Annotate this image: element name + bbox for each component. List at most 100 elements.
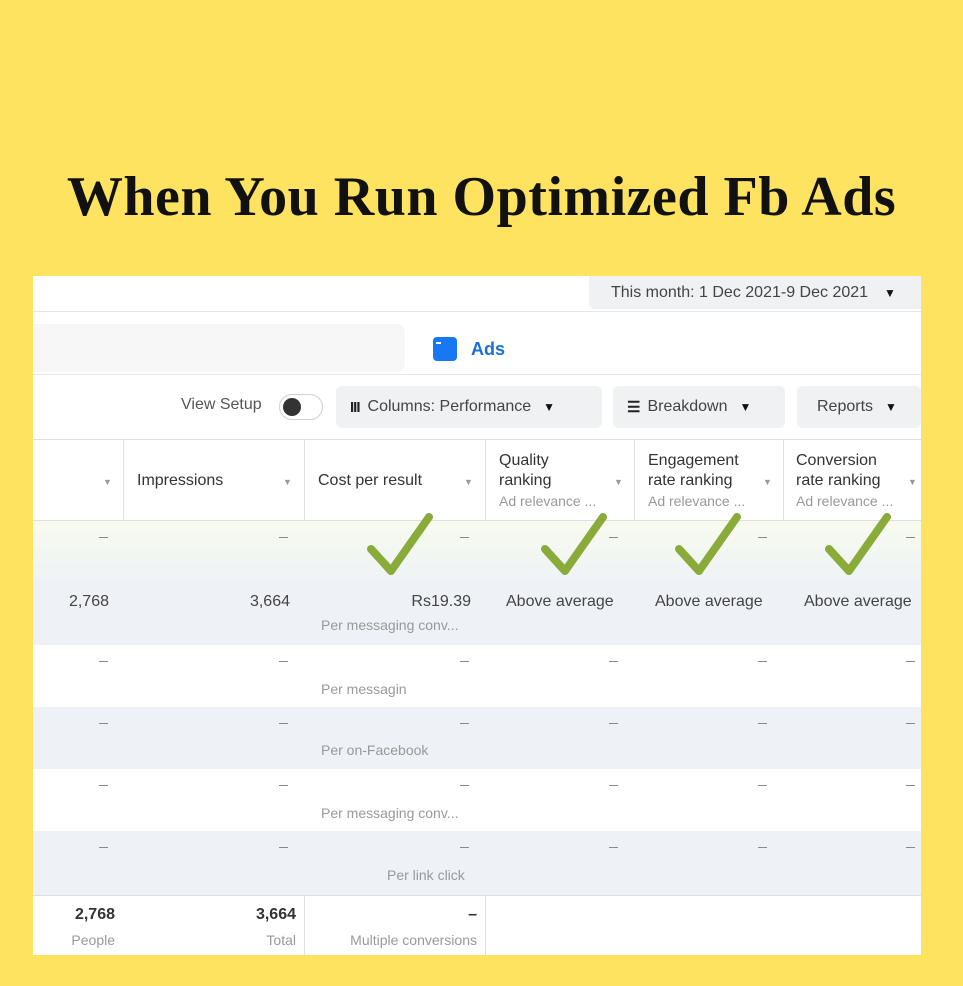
cost-subtext: Per messaging conv... [321,805,459,821]
sort-icon[interactable]: ▼ [103,477,112,487]
totals-row: 2,768 People 3,664 Total – Multiple conv… [33,896,921,955]
chevron-down-icon: ▼ [885,400,897,414]
column-header-label: rate ranking [648,472,733,489]
column-header-sub: Ad relevance ... [499,493,597,509]
empty-dash [906,537,915,538]
cost-subtext: Per on-Facebook [321,742,429,758]
left-panel [33,324,405,372]
tab-ads[interactable]: Ads [433,334,505,364]
empty-dash [460,847,469,848]
chevron-down-icon: ▼ [739,400,752,414]
column-header-label: Engagement [648,452,739,469]
checkmark-icon [541,513,607,575]
engagement-ranking-value: Above average [655,593,763,610]
columns-button[interactable]: III Columns: Performance ▼ [336,386,602,428]
empty-dash [99,847,108,848]
empty-dash [758,537,767,538]
table-row[interactable]: Per on-Facebook [33,707,921,769]
empty-dash [279,537,288,538]
breakdown-label: Breakdown [647,398,728,415]
table-row[interactable]: Per link click [33,831,921,895]
tab-ads-label: Ads [471,338,506,359]
column-header-sub: Ad relevance ... [796,493,894,509]
empty-dash [906,785,915,786]
sort-icon: ▼ [763,477,772,487]
conversion-ranking-value: Above average [804,593,912,610]
reach-value: 2,768 [68,593,109,610]
column-header-sub: Ad relevance ... [648,493,746,509]
empty-dash [609,847,618,848]
checkmark-icon [675,513,741,575]
column-header-impressions[interactable]: Impressions ▼ [124,440,304,520]
empty-dash [460,723,469,724]
sort-icon: ▼ [614,477,623,487]
divider [33,374,921,375]
total-cost: – [468,906,477,923]
ads-icon [433,337,457,361]
date-range-picker[interactable]: This month: 1 Dec 2021-9 Dec 2021 ▼ [589,276,921,309]
empty-dash [906,723,915,724]
chevron-down-icon: ▼ [884,285,896,300]
empty-dash [99,537,108,538]
empty-dash [99,661,108,662]
columns-icon: III [350,398,360,416]
column-header-label: ranking [499,472,552,489]
empty-dash [99,785,108,786]
cost-subtext: Per messagin [321,681,407,697]
empty-dash [758,723,767,724]
column-header-label: Quality [499,452,549,469]
empty-dash [460,661,469,662]
column-header-quality-ranking[interactable]: Quality ranking Ad relevance ... ▼ [486,440,634,520]
cost-value: Rs19.39 [411,593,471,610]
table-row[interactable]: 2,768 3,664 Rs19.39 Per messaging conv..… [33,513,921,645]
breakdown-icon: ☰ [627,399,640,416]
total-cost-label: Multiple conversions [350,932,477,948]
total-reach: 2,768 [74,906,115,923]
empty-dash [279,785,288,786]
checkmark-icon [825,513,891,575]
impressions-value: 3,664 [249,593,290,610]
total-impressions: 3,664 [255,906,296,923]
sort-icon: ▼ [908,477,917,487]
empty-dash [99,723,108,724]
sort-icon: ▼ [283,477,292,487]
reports-button[interactable]: Reports ▼ [797,386,921,428]
quality-ranking-value: Above average [506,593,614,610]
divider [33,311,921,312]
column-header-cost-per-result[interactable]: Cost per result ▼ [305,440,485,520]
row-highlight [33,521,921,581]
chevron-down-icon: ▼ [543,400,556,414]
breakdown-button[interactable]: ☰ Breakdown ▼ [613,386,785,428]
table-row[interactable]: Per messagin [33,645,921,707]
column-header-conversion-rate-ranking[interactable]: Conversion rate ranking Ad relevance ...… [784,440,921,520]
table-row[interactable]: Per messaging conv... [33,769,921,831]
empty-dash [279,723,288,724]
column-header-label: Conversion [796,452,877,469]
empty-dash [906,661,915,662]
ads-manager-screenshot: This month: 1 Dec 2021-9 Dec 2021 ▼ Ads … [33,276,921,955]
columns-label: Columns: Performance [367,398,532,415]
empty-dash [460,537,469,538]
total-reach-label: People [71,932,115,948]
empty-dash [279,847,288,848]
toggle-knob [283,398,301,416]
reports-label: Reports [817,398,874,415]
date-range-label: This month: 1 Dec 2021-9 Dec 2021 [611,283,869,301]
empty-dash [609,537,618,538]
column-header-label: Cost per result [318,472,423,489]
total-impressions-label: Total [266,932,296,948]
empty-dash [758,661,767,662]
cost-subtext: Per messaging conv... [321,617,459,633]
empty-dash [609,661,618,662]
column-header-label: rate ranking [796,472,881,489]
empty-dash [906,847,915,848]
checkmark-icon [367,513,433,575]
column-header-engagement-rate-ranking[interactable]: Engagement rate ranking Ad relevance ...… [635,440,783,520]
sort-icon: ▼ [464,477,473,487]
empty-dash [758,847,767,848]
view-setup-toggle[interactable] [279,394,323,420]
empty-dash [609,785,618,786]
empty-dash [609,723,618,724]
cost-subtext: Per link click [387,867,465,883]
empty-dash [279,661,288,662]
